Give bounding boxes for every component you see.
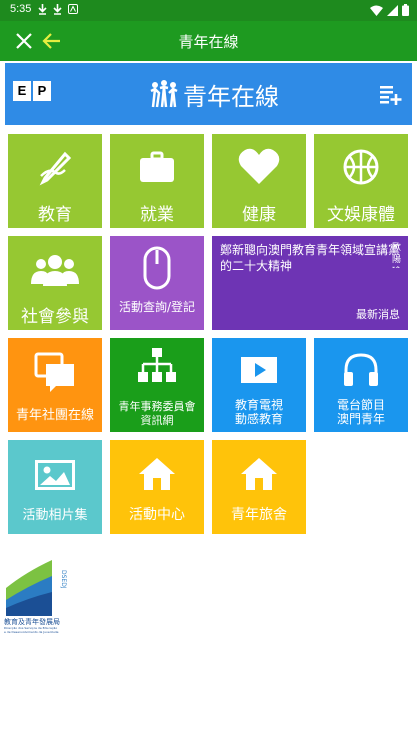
- app-notification-icon: [68, 4, 78, 14]
- language-english-button[interactable]: E: [13, 81, 31, 101]
- banner-title: 青年在線: [183, 83, 279, 111]
- battery-icon: [402, 4, 409, 16]
- tile-culture-sports-label: 文娛康體: [327, 205, 395, 225]
- tile-education-tv-label-1: 教育電視: [234, 398, 283, 412]
- news-next-headline: 歐陽瑜: [392, 243, 402, 268]
- tile-photo-album[interactable]: 活動相片集: [8, 440, 102, 534]
- image-icon: [35, 460, 75, 490]
- tile-social-participation[interactable]: 社會參與: [8, 236, 102, 330]
- home-icon: [241, 458, 277, 490]
- download-icon: [38, 4, 47, 15]
- language-portuguese-button[interactable]: P: [33, 81, 51, 101]
- chat-bubbles-icon: [34, 352, 74, 392]
- news-more-label: 最新消息: [356, 308, 400, 321]
- tile-education[interactable]: 教育: [8, 134, 102, 228]
- basketball-icon: [343, 149, 379, 185]
- download-icon: [53, 4, 62, 15]
- tile-health-label: 健康: [242, 205, 276, 225]
- briefcase-icon: [140, 151, 174, 182]
- heart-icon: [238, 148, 280, 184]
- video-play-icon: [241, 357, 277, 383]
- home-icon: [139, 458, 175, 490]
- tile-activity-center[interactable]: 活動中心: [110, 440, 204, 534]
- signal-icon: [387, 4, 398, 16]
- tile-activity-center-label: 活動中心: [129, 507, 185, 523]
- status-time: 5:35: [10, 3, 32, 15]
- tile-youth-associations[interactable]: 青年社團在線: [8, 338, 102, 432]
- tile-health[interactable]: 健康: [212, 134, 306, 228]
- tile-youth-hostel[interactable]: 青年旅舍: [212, 440, 306, 534]
- mouse-icon: [143, 246, 171, 290]
- pen-icon: [39, 151, 72, 186]
- tile-activity-query[interactable]: 活動查詢/登記: [110, 236, 204, 330]
- tile-social-participation-label: 社會參與: [21, 307, 89, 327]
- dsedj-logo-sub2: e de Desenvolvimento da Juventude: [4, 630, 59, 634]
- tile-radio-program-label-1: 電台節目: [336, 398, 385, 412]
- headphones-icon: [344, 353, 378, 386]
- playlist-add-icon[interactable]: [378, 83, 402, 107]
- header-banner: E P 青年在線: [5, 63, 412, 125]
- tile-youth-hostel-label: 青年旅舍: [231, 507, 287, 523]
- app-bar: 青年在線: [0, 21, 417, 61]
- tile-education-label: 教育: [38, 205, 72, 225]
- tile-radio-program-label-2: 澳門青年: [336, 412, 385, 426]
- tile-activity-query-label: 活動查詢/登記: [118, 300, 196, 314]
- tile-youth-committee[interactable]: 青年事務委員會 資訊網: [110, 338, 204, 432]
- tile-latest-news[interactable]: 鄭新聰向澳門教育青年領域宣講黨的二十大精神 歐陽瑜 最新消息: [212, 236, 408, 330]
- tile-youth-committee-label-2: 資訊網: [140, 414, 174, 427]
- dsedj-logo: DSEDJ 教育及青年發展局 Direcção dos Serviços de …: [4, 556, 70, 638]
- tile-youth-committee-label-1: 青年事務委員會: [118, 400, 196, 413]
- tile-youth-associations-label: 青年社團在線: [15, 408, 94, 423]
- dsedj-logo-abbr: DSEDJ: [60, 570, 67, 589]
- news-headline: 鄭新聰向澳門教育青年領域宣講黨的二十大精神: [220, 243, 401, 273]
- app-bar-title: 青年在線: [178, 33, 239, 51]
- tile-education-tv-label-2: 動感教育: [234, 412, 283, 426]
- tile-employment[interactable]: 就業: [110, 134, 204, 228]
- wifi-icon: [370, 5, 383, 16]
- tile-employment-label: 就業: [140, 205, 174, 225]
- tile-photo-album-label: 活動相片集: [22, 508, 88, 523]
- sitemap-icon: [138, 348, 176, 382]
- tile-radio-program[interactable]: 電台節目 澳門青年: [314, 338, 408, 432]
- group-icon: [31, 255, 79, 286]
- tile-culture-sports[interactable]: 文娛康體: [314, 134, 408, 228]
- status-bar: 5:35: [0, 0, 417, 21]
- youth-logo-icon: [150, 80, 178, 108]
- tile-education-tv[interactable]: 教育電視 動感教育: [212, 338, 306, 432]
